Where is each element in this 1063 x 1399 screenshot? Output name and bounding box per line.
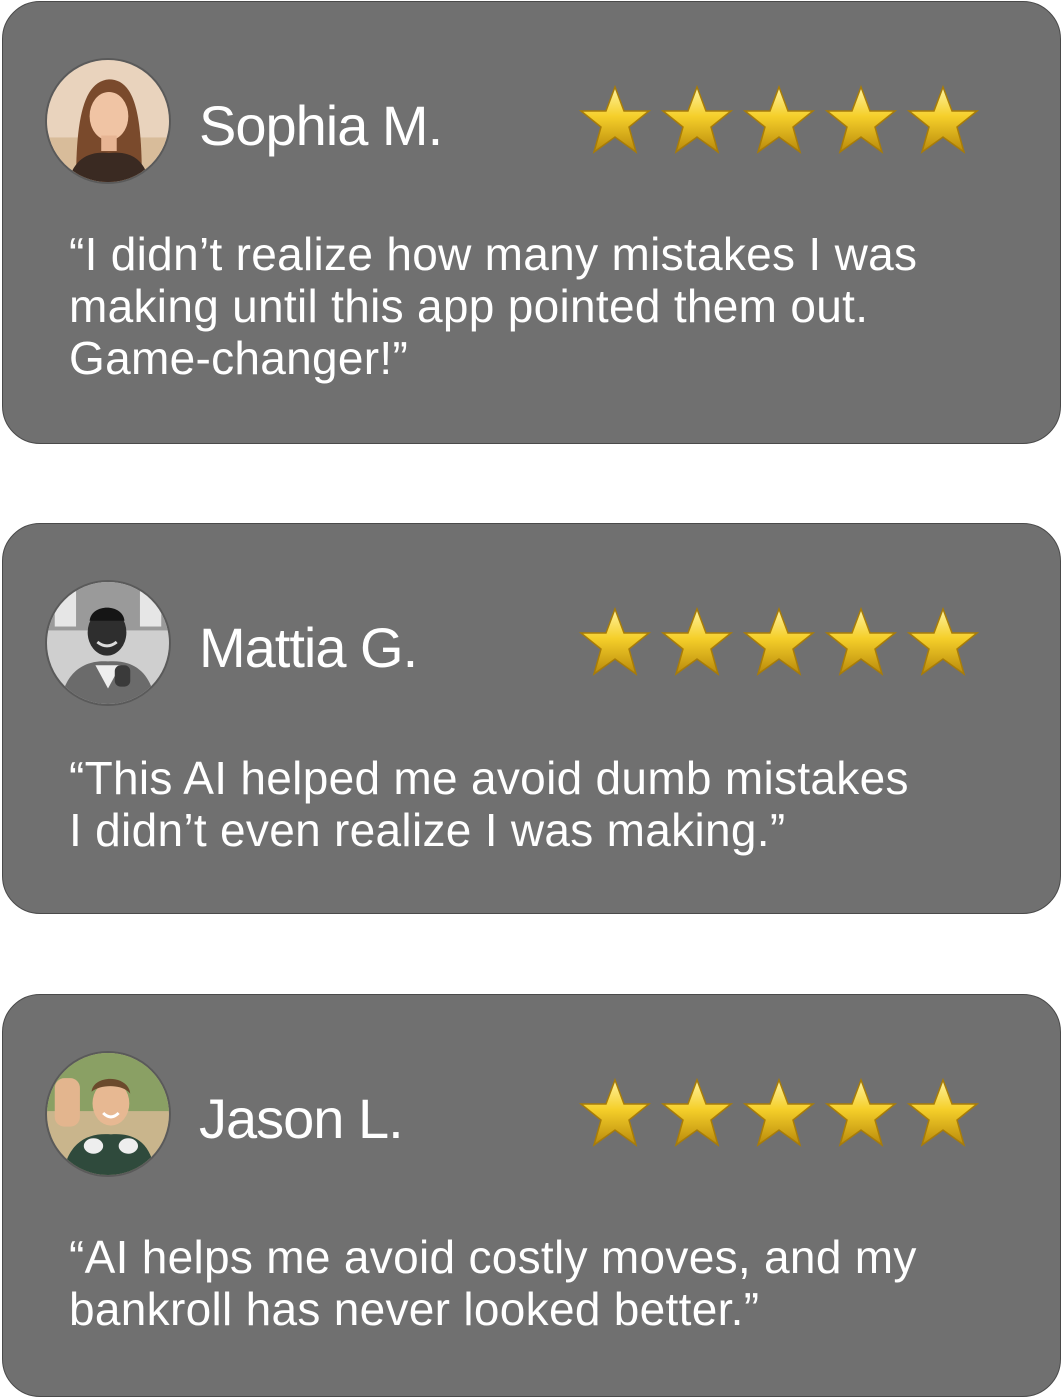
review-quote: “This AI helped me avoid dumb mistakes I… (69, 752, 1029, 856)
avatar (45, 580, 171, 706)
star-icon (907, 84, 979, 156)
review-quote: “I didn’t realize how many mistakes I wa… (69, 228, 1029, 384)
star-icon (907, 1077, 979, 1149)
avatar (45, 1051, 171, 1177)
review-quote: “AI helps me avoid costly moves, and my … (69, 1231, 1029, 1335)
avatar (45, 58, 171, 184)
quote-line: “I didn’t realize how many mistakes I wa… (69, 228, 918, 280)
star-icon (825, 84, 897, 156)
reviewer-name: Sophia M. (199, 94, 443, 157)
star-rating (579, 606, 979, 678)
star-icon (661, 606, 733, 678)
star-icon (661, 1077, 733, 1149)
star-icon (743, 606, 815, 678)
reviewer-name: Mattia G. (199, 616, 418, 679)
star-icon (661, 84, 733, 156)
young-man-portrait-avatar-icon (47, 1053, 169, 1175)
quote-line: I didn’t even realize I was making.” (69, 804, 786, 856)
star-icon (825, 1077, 897, 1149)
quote-line: making until this app pointed them out. (69, 280, 869, 332)
star-icon (579, 84, 651, 156)
review-card: Sophia M. “I didn’t realize how many mis… (2, 1, 1061, 444)
quote-line: “AI helps me avoid costly moves, and my (69, 1231, 917, 1283)
quote-line: Game-changer!” (69, 332, 409, 384)
star-icon (579, 1077, 651, 1149)
review-card: Jason L. “AI helps me avoid costly moves… (2, 994, 1061, 1397)
quote-line: bankroll has never looked better.” (69, 1283, 760, 1335)
star-icon (743, 84, 815, 156)
star-rating (579, 84, 979, 156)
star-rating (579, 1077, 979, 1149)
star-icon (907, 606, 979, 678)
woman-portrait-avatar-icon (47, 60, 169, 182)
man-portrait-avatar-icon (47, 582, 169, 704)
quote-line: “This AI helped me avoid dumb mistakes (69, 752, 909, 804)
reviewer-name: Jason L. (199, 1087, 404, 1150)
star-icon (579, 606, 651, 678)
review-card: Mattia G. “This AI helped me avoid dumb … (2, 523, 1061, 914)
star-icon (743, 1077, 815, 1149)
star-icon (825, 606, 897, 678)
